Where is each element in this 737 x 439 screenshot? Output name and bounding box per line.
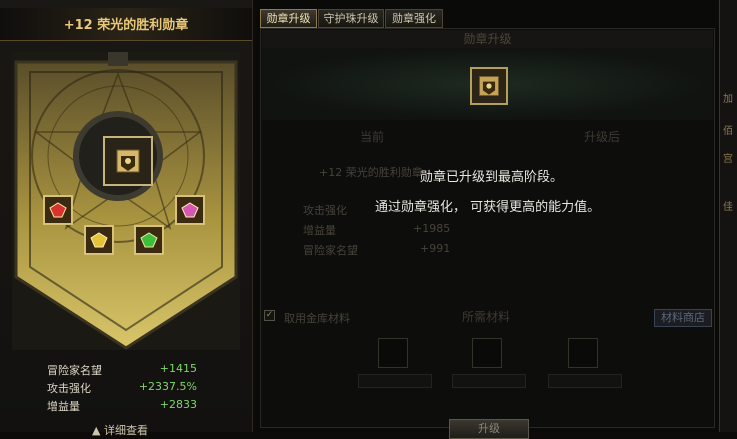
guard-bead-slot-4[interactable] — [175, 195, 205, 225]
material-count-3 — [548, 374, 622, 388]
edge-label: 佳 — [723, 202, 733, 213]
stat-value: +2833 — [159, 398, 197, 411]
after-column-label: 升级后 — [584, 130, 621, 144]
stat-value: +1415 — [159, 362, 197, 375]
gem-green-icon — [140, 232, 158, 248]
max-level-message: 勋章已升级到最高阶段。 — [420, 170, 564, 185]
edge-label: 加 — [723, 94, 733, 105]
material-slot-3[interactable] — [568, 338, 598, 368]
stat-row-attack: 攻击强化 +2337.5% — [47, 380, 207, 397]
current-column-label: 当前 — [360, 130, 385, 144]
current-stat-label: 攻击强化 — [303, 204, 347, 217]
use-storage-checkbox[interactable]: ✓ — [264, 310, 275, 321]
side-panel-edge — [719, 0, 737, 432]
tab-medal-upgrade[interactable]: 勋章升级 — [260, 9, 317, 28]
medal-emblem-icon — [479, 76, 499, 96]
detail-view-link[interactable]: ▲ 详细查看 — [92, 422, 148, 438]
material-count-1 — [358, 374, 432, 388]
enhance-hint-message: 通过勋章强化， 可获得更高的能力值。 — [375, 200, 601, 215]
tab-guard-bead-upgrade[interactable]: 守护珠升级 — [318, 9, 384, 28]
material-shop-button[interactable]: 材料商店 — [654, 309, 712, 327]
stat-value: +2337.5% — [138, 380, 197, 393]
medal-icon[interactable] — [103, 136, 153, 186]
stat-label: 增益量 — [47, 400, 80, 413]
guard-bead-slot-1[interactable] — [43, 195, 73, 225]
material-slot-1[interactable] — [378, 338, 408, 368]
guard-bead-slot-2[interactable] — [84, 225, 114, 255]
current-stat-label: 增益量 — [303, 224, 336, 237]
edge-label: 佰 — [723, 126, 733, 137]
gem-pink-icon — [181, 202, 199, 218]
preview-medal-icon — [470, 67, 508, 105]
current-stat-label: 冒险家名望 — [303, 244, 358, 257]
tab-medal-enhance[interactable]: 勋章强化 — [385, 9, 443, 28]
medal-emblem-icon — [116, 149, 140, 173]
section-header: 勋章升级 — [262, 30, 713, 48]
upgrade-button[interactable]: 升级 — [449, 419, 529, 439]
stat-label: 攻击强化 — [47, 382, 91, 395]
medal-title: +12 荣光的胜利勋章 — [63, 18, 189, 33]
material-count-2 — [452, 374, 526, 388]
guard-bead-slot-3[interactable] — [134, 225, 164, 255]
required-materials-label: 所需材料 — [462, 310, 511, 324]
stat-label: 冒险家名望 — [47, 364, 102, 377]
current-medal-name: +12 荣光的胜利勋章 — [319, 166, 423, 179]
stat-row-fame: 冒险家名望 +1415 — [47, 362, 207, 379]
gem-gold-icon — [90, 232, 108, 248]
use-storage-label: 取用金库材料 — [284, 312, 350, 325]
stat-row-buff: 增益量 +2833 — [47, 398, 207, 415]
edge-label: 宫 — [723, 154, 733, 165]
material-slot-2[interactable] — [472, 338, 502, 368]
gem-red-icon — [49, 202, 67, 218]
current-stat-value: +1985 — [413, 222, 451, 235]
current-stat-value: +991 — [420, 242, 451, 255]
